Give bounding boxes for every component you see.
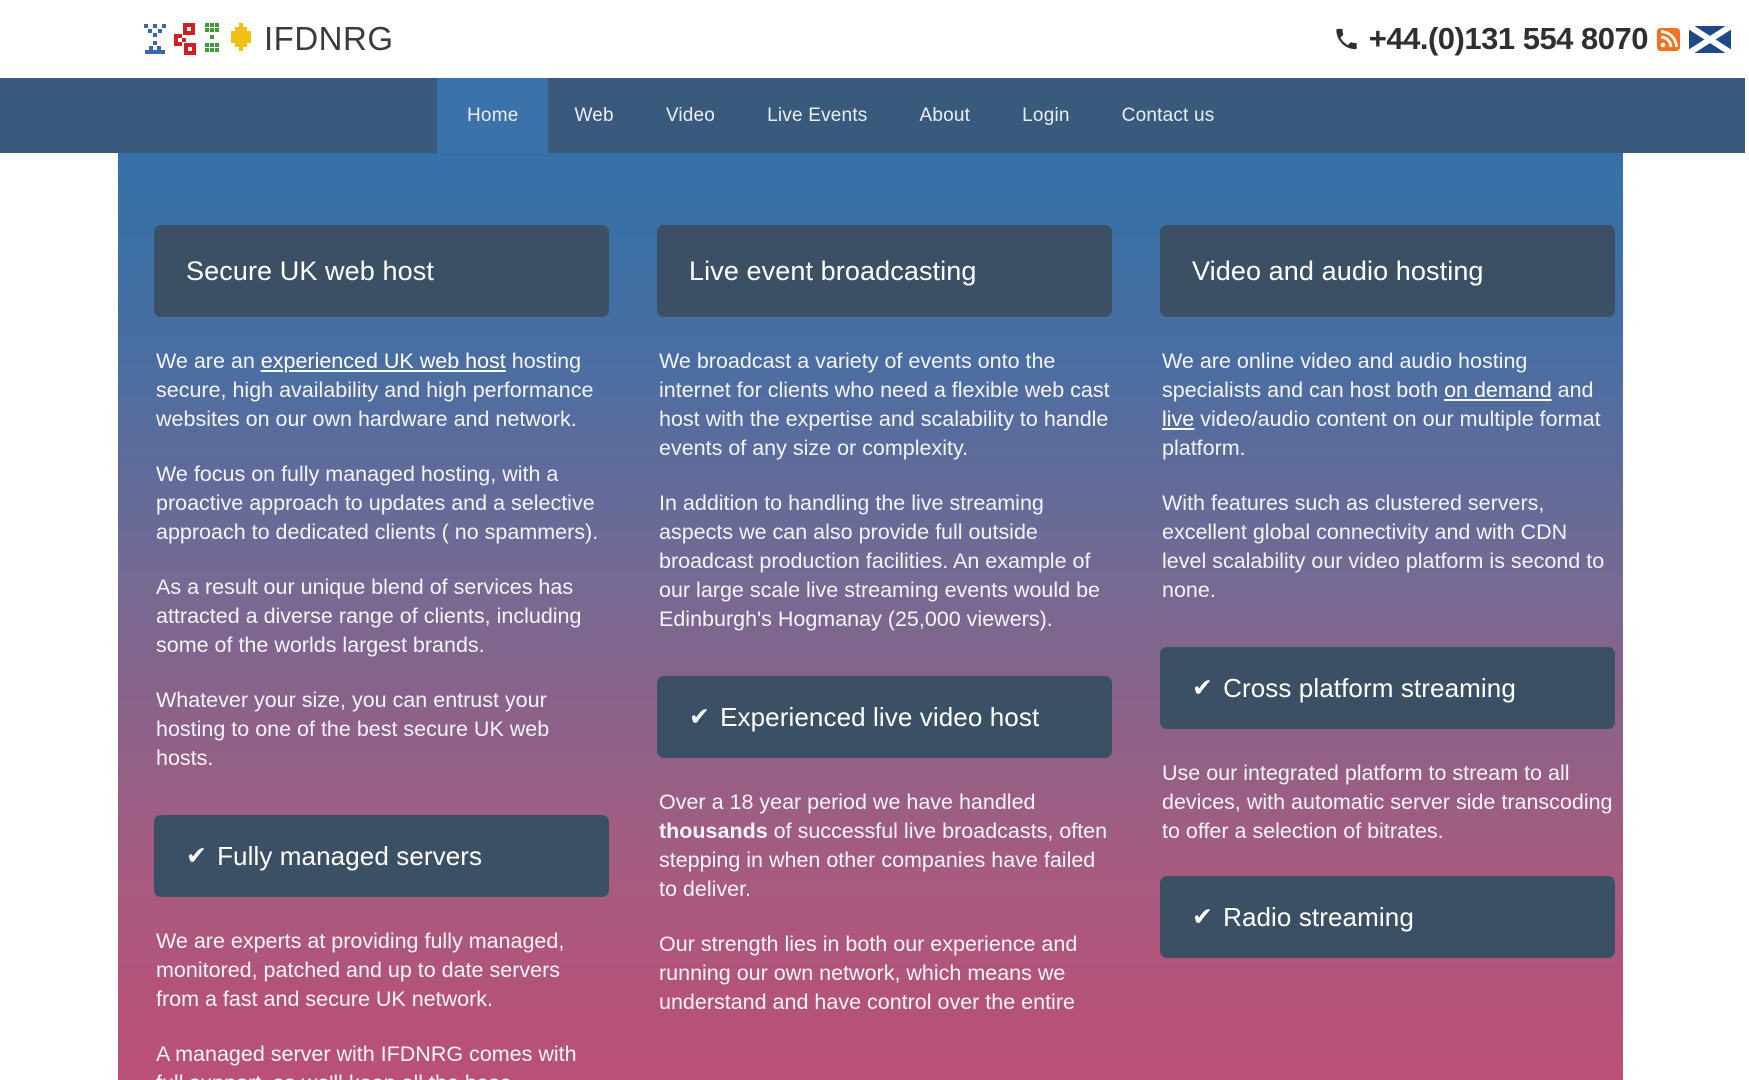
text-run: Whatever your size, you can entrust your… [156, 688, 550, 770]
text-run: Our strength lies in both our experience… [659, 932, 1078, 1014]
column-secure-uk-web-host: Secure UK web host We are an experienced… [154, 225, 609, 1080]
logo-blue-mark [144, 24, 166, 54]
paragraph: We broadcast a variety of events onto th… [659, 347, 1110, 463]
phone-icon [1336, 28, 1357, 50]
text-run: video/audio content on our multiple form… [1162, 407, 1601, 460]
paragraph: We are experts at providing fully manage… [156, 927, 607, 1014]
text-run: Use our integrated platform to stream to… [1162, 761, 1613, 843]
paragraph: We are online video and audio hosting sp… [1162, 347, 1613, 463]
main-content-panel: Secure UK web host We are an experienced… [118, 153, 1623, 1080]
card-header-radio-streaming: ✔ Radio streaming [1160, 876, 1615, 958]
card-header-cross-platform-streaming: ✔ Cross platform streaming [1160, 647, 1615, 729]
text-run: and [1551, 378, 1594, 402]
inline-link[interactable]: experienced UK web host [261, 349, 506, 373]
text-run: We are an [156, 349, 261, 373]
text-run: Over a 18 year period we have handled [659, 790, 1036, 814]
inline-link[interactable]: on demand [1444, 378, 1552, 402]
card-header-label: Fully managed servers [217, 840, 483, 871]
column-live-event-broadcasting: Live event broadcasting We broadcast a v… [657, 225, 1112, 1080]
check-icon: ✔ [186, 841, 208, 870]
nav-item-video[interactable]: Video [640, 78, 741, 153]
site-header: IFDNRG +44.(0)131 554 8070 [0, 0, 1749, 78]
inline-link[interactable]: live [1162, 407, 1194, 431]
column-3-sub-body: Use our integrated platform to stream to… [1160, 759, 1615, 846]
paragraph: Over a 18 year period we have handled th… [659, 788, 1110, 904]
nav-item-live-events[interactable]: Live Events [741, 78, 893, 153]
phone-number: +44.(0)131 554 8070 [1368, 21, 1649, 56]
emphasis-text: thousands [659, 819, 768, 843]
text-run: We are experts at providing fully manage… [156, 929, 565, 1011]
check-icon: ✔ [689, 702, 711, 731]
text-run: We broadcast a variety of events onto th… [659, 349, 1110, 460]
logo-yellow-mark [231, 23, 251, 51]
card-header-secure-uk-web-host: Secure UK web host [154, 225, 609, 317]
logo-text: IFDNRG [264, 20, 394, 57]
logo-red-mark [174, 23, 196, 55]
nav-item-about[interactable]: About [894, 78, 997, 153]
column-1-body: We are an experienced UK web host hostin… [154, 347, 609, 773]
column-2-body: We broadcast a variety of events onto th… [657, 347, 1112, 634]
card-header-label: Secure UK web host [186, 255, 434, 286]
nav-item-list: Home Web Video Live Events About Login C… [437, 78, 1240, 153]
check-icon: ✔ [1192, 902, 1214, 931]
card-header-experienced-live-video-host: ✔ Experienced live video host [657, 676, 1112, 758]
card-header-label: Live event broadcasting [689, 255, 977, 286]
card-header-label: Experienced live video host [720, 701, 1040, 732]
card-header-live-event-broadcasting: Live event broadcasting [657, 225, 1112, 317]
text-run: With features such as clustered servers,… [1162, 491, 1605, 602]
feature-columns: Secure UK web host We are an experienced… [134, 225, 1615, 1080]
nav-item-login[interactable]: Login [996, 78, 1096, 153]
text-run: As a result our unique blend of services… [156, 575, 582, 657]
paragraph: As a result our unique blend of services… [156, 573, 607, 660]
paragraph: Whatever your size, you can entrust your… [156, 686, 607, 773]
paragraph: We are an experienced UK web host hostin… [156, 347, 607, 434]
header-contact-area: +44.(0)131 554 8070 [1333, 21, 1733, 57]
nav-item-web[interactable]: Web [548, 78, 639, 153]
card-header-label: Video and audio hosting [1192, 255, 1484, 286]
paragraph: Use our integrated platform to stream to… [1162, 759, 1613, 846]
card-header-video-and-audio-hosting: Video and audio hosting [1160, 225, 1615, 317]
phone-link[interactable]: +44.(0)131 554 8070 [1333, 21, 1649, 57]
check-icon: ✔ [1192, 673, 1214, 702]
paragraph: A managed server with IFDNRG comes with … [156, 1040, 607, 1080]
card-header-label: Radio streaming [1223, 901, 1414, 932]
card-header-label: Cross platform streaming [1223, 672, 1516, 703]
nav-item-home[interactable]: Home [437, 78, 549, 153]
text-run: In addition to handling the live streami… [659, 491, 1100, 631]
logo[interactable]: IFDNRG [143, 20, 394, 58]
column-video-and-audio-hosting: Video and audio hosting We are online vi… [1160, 225, 1615, 1080]
paragraph: With features such as clustered servers,… [1162, 489, 1613, 605]
scotland-flag-icon[interactable] [1687, 22, 1733, 56]
text-run: We focus on fully managed hosting, with … [156, 462, 599, 544]
column-1-sub-body: We are experts at providing fully manage… [154, 927, 609, 1080]
paragraph: We focus on fully managed hosting, with … [156, 460, 607, 547]
paragraph: In addition to handling the live streami… [659, 489, 1110, 634]
card-header-fully-managed-servers: ✔ Fully managed servers [154, 815, 609, 897]
text-run: A managed server with IFDNRG comes with … [156, 1042, 577, 1080]
main-navigation[interactable]: Home Web Video Live Events About Login C… [0, 78, 1745, 153]
nav-item-contact-us[interactable]: Contact us [1096, 78, 1241, 153]
logo-pixel-marks [143, 22, 254, 56]
paragraph: Our strength lies in both our experience… [659, 930, 1110, 1017]
logo-green-mark [205, 23, 219, 52]
column-3-body: We are online video and audio hosting sp… [1160, 347, 1615, 605]
column-2-sub-body: Over a 18 year period we have handled th… [657, 788, 1112, 1017]
rss-feed-icon[interactable] [1657, 27, 1680, 51]
